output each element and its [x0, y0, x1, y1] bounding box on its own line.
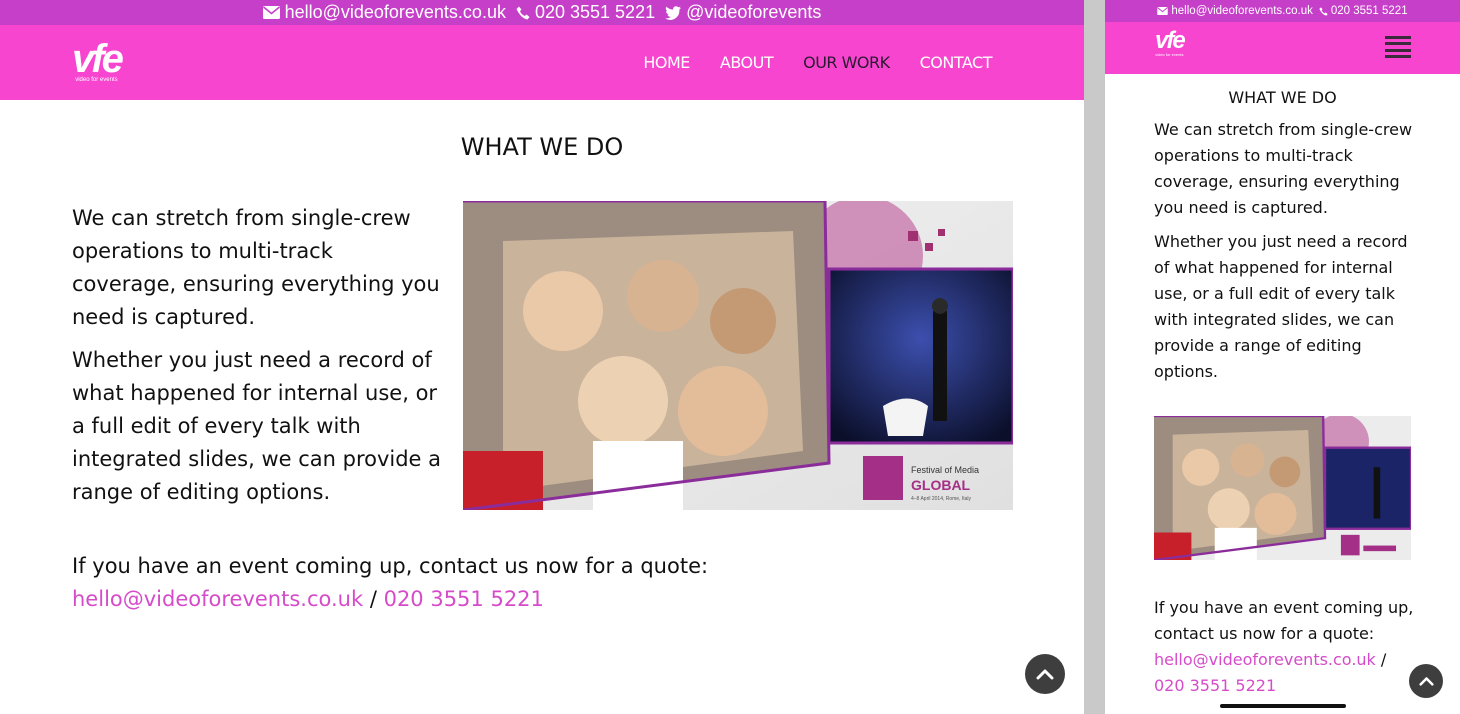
- home-indicator: [1220, 704, 1346, 708]
- page-title: WHAT WE DO: [460, 133, 624, 161]
- mobile-scroll-to-top-button[interactable]: [1409, 664, 1443, 698]
- cta-text: If you have an event coming up, contact …: [72, 554, 709, 578]
- mobile-topbar-phone[interactable]: 020 3551 5221: [1319, 5, 1408, 17]
- cta-phone-link[interactable]: 020 3551 5221: [384, 587, 544, 611]
- mobile-description-paragraph-2: Whether you just need a record of what h…: [1154, 232, 1408, 381]
- mobile-logo-subtitle: video for events: [1155, 52, 1184, 57]
- mobile-cta-phone-link[interactable]: 020 3551 5221: [1154, 676, 1276, 695]
- chevron-up-icon: [1418, 677, 1434, 686]
- main-navbar: vfe video for events HOME ABOUT OUR WORK…: [0, 25, 1084, 100]
- description-paragraph-1: We can stretch from single-crew operatio…: [72, 206, 440, 329]
- logo-mark: vfe: [72, 37, 124, 81]
- mobile-logo-mark: vfe: [1155, 27, 1186, 54]
- topbar-phone-text: 020 3551 5221: [534, 2, 656, 22]
- nav-item-home[interactable]: HOME: [643, 53, 690, 72]
- site-logo[interactable]: vfe video for events: [72, 37, 124, 84]
- topbar-twitter-text: @videoforevents: [686, 2, 822, 22]
- twitter-icon: [665, 5, 682, 20]
- festival-title: GLOBAL: [911, 477, 971, 493]
- mobile-site-logo[interactable]: vfe video for events: [1155, 27, 1186, 58]
- mobile-contact-topbar: hello@videoforevents.co.uk 020 3551 5221: [1105, 0, 1460, 22]
- contact-topbar: hello@videoforevents.co.uk 020 3551 5221…: [0, 0, 1084, 25]
- mobile-page-title: WHAT WE DO: [1228, 88, 1337, 107]
- hamburger-menu-icon[interactable]: [1385, 36, 1411, 58]
- nav-item-contact[interactable]: CONTACT: [920, 53, 993, 72]
- mobile-contact-cta: If you have an event coming up, contact …: [1154, 595, 1424, 699]
- nav-item-our-work[interactable]: OUR WORK: [803, 53, 890, 72]
- chevron-up-icon: [1036, 669, 1054, 680]
- topbar-phone[interactable]: 020 3551 5221: [516, 2, 655, 23]
- mobile-cta-email-link[interactable]: hello@videoforevents.co.uk: [1154, 650, 1376, 669]
- topbar-email-text: hello@videoforevents.co.uk: [284, 2, 506, 22]
- envelope-icon: [1157, 7, 1169, 15]
- viewport-divider: [1084, 0, 1105, 714]
- contact-cta: If you have an event coming up, contact …: [72, 550, 708, 616]
- festival-caption: 4–8 April 2014, Rome, Italy: [911, 496, 972, 502]
- description-paragraph-2: Whether you just need a record of what h…: [72, 348, 442, 504]
- cta-separator: /: [369, 587, 377, 611]
- phone-icon: [516, 6, 530, 19]
- event-showcase-image: Festival of Media GLOBAL 4–8 April 2014,…: [463, 201, 1013, 510]
- mobile-cta-text: If you have an event coming up, contact …: [1154, 598, 1414, 643]
- desktop-view: hello@videoforevents.co.uk 020 3551 5221…: [0, 0, 1084, 714]
- mobile-description-text: We can stretch from single-crew operatio…: [1154, 117, 1419, 385]
- mobile-navbar: vfe video for events: [1105, 22, 1460, 74]
- mobile-topbar-email-text: hello@videoforevents.co.uk: [1171, 5, 1313, 17]
- festival-subtitle: Festival of Media: [911, 465, 979, 475]
- topbar-twitter[interactable]: @videoforevents: [665, 2, 821, 23]
- envelope-icon: [262, 6, 280, 19]
- cta-email-link[interactable]: hello@videoforevents.co.uk: [72, 587, 363, 611]
- nav-item-about[interactable]: ABOUT: [720, 53, 774, 72]
- phone-icon: [1319, 6, 1328, 16]
- scroll-to-top-button[interactable]: [1025, 654, 1065, 694]
- logo-subtitle: video for events: [75, 77, 118, 83]
- topbar-email[interactable]: hello@videoforevents.co.uk: [262, 2, 506, 23]
- mobile-topbar-phone-text: 020 3551 5221: [1330, 5, 1408, 17]
- mobile-view: hello@videoforevents.co.uk 020 3551 5221…: [1105, 0, 1460, 714]
- nav-menu: HOME ABOUT OUR WORK CONTACT: [643, 53, 992, 72]
- description-text: We can stretch from single-crew operatio…: [72, 202, 442, 509]
- mobile-cta-separator: /: [1380, 650, 1387, 669]
- mobile-description-paragraph-1: We can stretch from single-crew operatio…: [1154, 120, 1413, 217]
- mobile-event-showcase-image: [1154, 416, 1411, 560]
- mobile-topbar-email[interactable]: hello@videoforevents.co.uk: [1157, 5, 1313, 17]
